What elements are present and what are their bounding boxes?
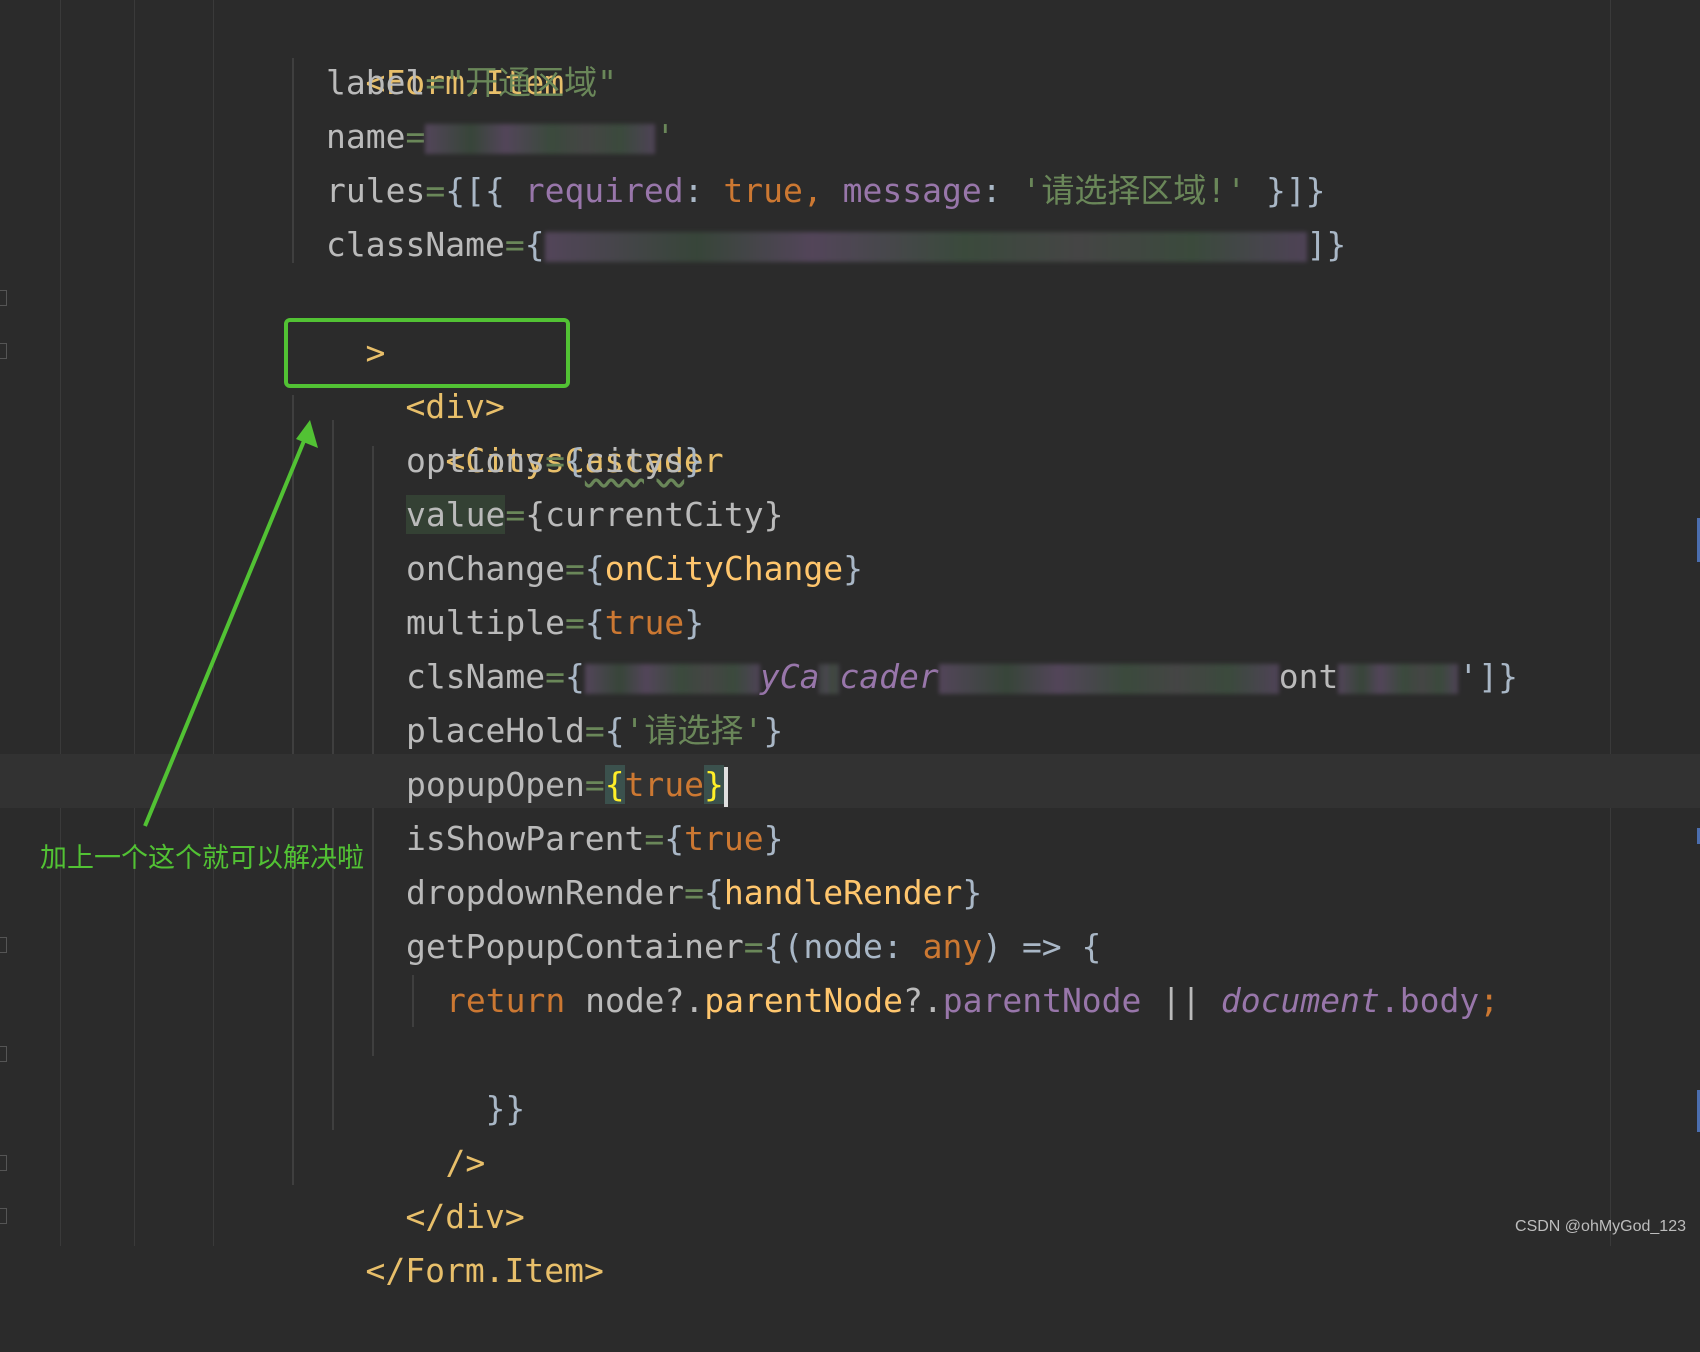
annotation-text: 加上一个这个就可以解决啦	[40, 843, 364, 874]
jsx-tag: </Form.Item>	[365, 1251, 604, 1290]
annotation-arrow-icon	[143, 420, 318, 827]
watermark: CSDN @ohMyGod_123	[1515, 1218, 1686, 1235]
